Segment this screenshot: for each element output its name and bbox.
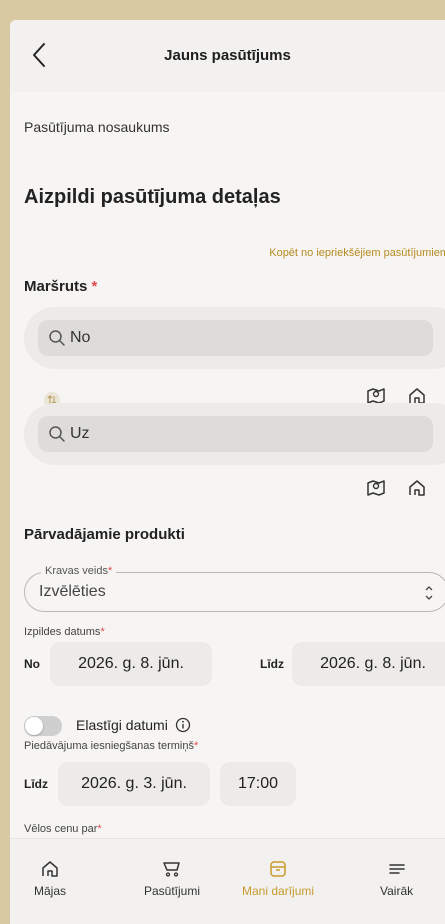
cargo-type-value: Izvēlēties	[39, 583, 106, 600]
section-heading: Aizpildi pasūtījuma detaļas	[24, 186, 281, 208]
map-pin-icon[interactable]	[365, 477, 387, 499]
chevron-updown-icon	[425, 586, 433, 600]
top-bar: Jauns pasūtījums	[10, 20, 445, 92]
flexible-dates-label: Elastīgi datumi	[76, 717, 191, 733]
date-to-label: Līdz	[260, 657, 284, 671]
route-label: Maršruts *	[24, 278, 98, 295]
copy-previous-link[interactable]: Kopēt no iepriekšējiem pasūtījumiem	[269, 247, 445, 259]
execution-date-label: Izpildes datums*	[24, 626, 105, 638]
date-from-label: No	[24, 657, 40, 671]
nav-item-my-deals[interactable]: Mani darījumi	[242, 859, 314, 898]
menu-icon	[388, 864, 405, 874]
cargo-type-legend: Kravas veids*	[41, 565, 117, 577]
route-to-card: Uz	[24, 403, 445, 465]
date-to-picker[interactable]: 2026. g. 8. jūn.	[292, 642, 445, 686]
nav-item-home[interactable]: Mājas	[34, 859, 66, 898]
search-icon	[49, 330, 65, 346]
toggle-knob	[25, 717, 43, 735]
deadline-to-label: Līdz	[24, 777, 48, 791]
page-title: Jauns pasūtījums	[164, 47, 291, 64]
route-from-card: No	[24, 307, 445, 369]
to-search-input[interactable]: Uz	[38, 416, 433, 452]
bottom-navigation: Mājas Pasūtījumi Mani darījumi Vairāk	[10, 838, 445, 924]
search-icon	[49, 426, 65, 442]
home-icon[interactable]	[407, 478, 427, 498]
cargo-type-select[interactable]: Kravas veids* Izvēlēties	[24, 565, 445, 612]
app-screen: Jauns pasūtījums Pasūtījuma nosaukums Ai…	[10, 20, 445, 924]
flexible-dates-toggle[interactable]	[24, 716, 62, 736]
nav-item-orders[interactable]: Pasūtījumi	[144, 859, 200, 898]
nav-item-more[interactable]: Vairāk	[380, 859, 413, 898]
products-label: Pārvadājamie produkti	[24, 526, 185, 543]
deadline-date-picker[interactable]: 2026. g. 3. jūn.	[58, 762, 210, 806]
cart-icon	[163, 862, 180, 877]
date-from-picker[interactable]: 2026. g. 8. jūn.	[50, 642, 212, 686]
offer-deadline-label: Piedāvājuma iesniegšanas termiņš*	[24, 740, 199, 752]
home-icon	[42, 861, 58, 877]
box-icon	[270, 861, 286, 877]
deadline-time-picker[interactable]: 17:00	[220, 762, 296, 806]
required-mark: *	[91, 278, 98, 295]
price-for-label: Vēlos cenu par*	[24, 823, 102, 835]
from-search-input[interactable]: No	[38, 320, 433, 356]
order-name-field[interactable]: Pasūtījuma nosaukums	[24, 119, 170, 135]
info-icon[interactable]	[175, 717, 191, 733]
